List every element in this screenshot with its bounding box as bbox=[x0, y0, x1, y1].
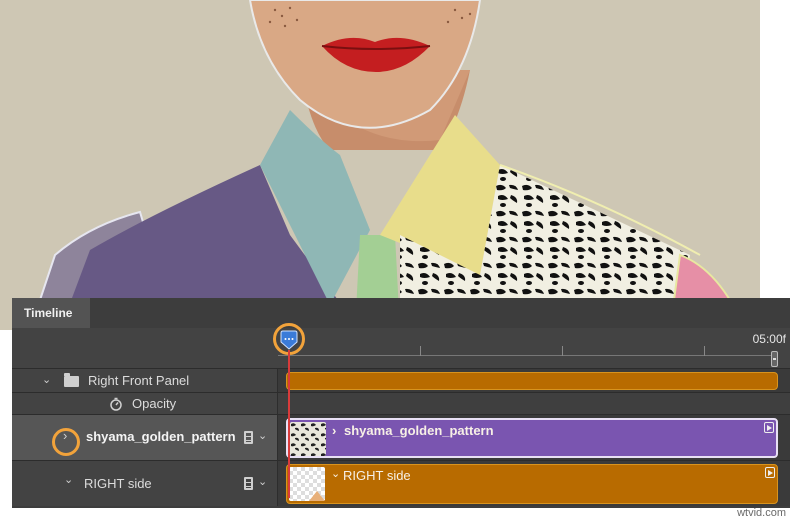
track-name: shyama_golden_pattern bbox=[86, 429, 236, 444]
clip-end-arrow-icon[interactable] bbox=[764, 422, 774, 433]
time-ruler[interactable]: 05:00f bbox=[12, 328, 790, 368]
clip-thumbnail bbox=[290, 422, 326, 456]
track-header: Opacity bbox=[12, 393, 278, 414]
film-strip-icon[interactable] bbox=[244, 477, 253, 490]
chevron-right-icon[interactable]: › bbox=[63, 428, 67, 443]
ruler-tick bbox=[420, 346, 421, 356]
track-name: Right Front Panel bbox=[88, 373, 190, 388]
track-header: ⌄ Right Front Panel bbox=[12, 369, 278, 392]
ruler-baseline bbox=[278, 355, 772, 356]
chevron-down-icon[interactable]: ⌄ bbox=[258, 475, 267, 488]
ruler-tick bbox=[704, 346, 705, 356]
tab-timeline-label: Timeline bbox=[24, 306, 73, 320]
group-clip[interactable]: ⌄ RIGHT side bbox=[286, 464, 778, 504]
tab-timeline[interactable]: Timeline bbox=[12, 298, 90, 328]
track-lane: › shyama_golden_pattern bbox=[278, 415, 790, 460]
zebra-pattern-thumbnail bbox=[290, 422, 326, 456]
transparent-layer-thumbnail bbox=[309, 491, 325, 501]
clip-end-arrow-icon[interactable] bbox=[765, 467, 775, 478]
property-name: Opacity bbox=[132, 396, 177, 411]
end-marker-handle[interactable] bbox=[771, 351, 778, 367]
track-row-right-side[interactable]: ⌄ RIGHT side ⌄ ⌄ RIGHT side bbox=[12, 460, 790, 506]
stopwatch-icon[interactable] bbox=[109, 397, 123, 411]
watermark: wtvid.com bbox=[737, 507, 786, 519]
video-clip[interactable]: › shyama_golden_pattern bbox=[286, 418, 778, 458]
clip-title: RIGHT side bbox=[343, 468, 411, 483]
end-time-label: 05:00f bbox=[752, 332, 786, 346]
track-lane: ⌄ RIGHT side bbox=[278, 461, 790, 506]
artwork-canvas bbox=[0, 0, 760, 330]
portrait-illustration bbox=[0, 0, 760, 330]
group-clip-bar[interactable] bbox=[286, 372, 778, 390]
track-row-shyama-golden-pattern[interactable]: › shyama_golden_pattern ⌄ › shyama_golde… bbox=[12, 414, 790, 460]
track-lane bbox=[278, 369, 790, 392]
track-name: RIGHT side bbox=[84, 476, 152, 491]
clip-collapse-arrow-icon[interactable]: ⌄ bbox=[331, 467, 340, 480]
playhead-handle[interactable] bbox=[280, 330, 298, 350]
track-lane bbox=[278, 393, 790, 414]
film-strip-icon[interactable] bbox=[244, 431, 253, 444]
clip-thumbnail bbox=[289, 467, 325, 501]
track-row-opacity[interactable]: Opacity bbox=[12, 392, 790, 414]
clip-expand-arrow-icon[interactable]: › bbox=[332, 423, 336, 438]
chevron-down-icon[interactable]: ⌄ bbox=[258, 429, 267, 442]
chevron-down-icon[interactable]: ⌄ bbox=[42, 373, 51, 386]
timeline-panel: Timeline 05:00f ⌄ Right Front Panel Opac… bbox=[12, 298, 790, 508]
track-header: › shyama_golden_pattern ⌄ bbox=[12, 415, 278, 460]
playhead-line bbox=[288, 350, 290, 498]
track-header: ⌄ RIGHT side ⌄ bbox=[12, 461, 278, 506]
folder-icon bbox=[64, 373, 79, 387]
chevron-down-icon[interactable]: ⌄ bbox=[64, 473, 73, 486]
panel-tab-bar: Timeline bbox=[12, 298, 790, 328]
ruler-tick bbox=[562, 346, 563, 356]
clip-title: shyama_golden_pattern bbox=[344, 423, 494, 438]
track-row-right-front-panel[interactable]: ⌄ Right Front Panel bbox=[12, 368, 790, 392]
